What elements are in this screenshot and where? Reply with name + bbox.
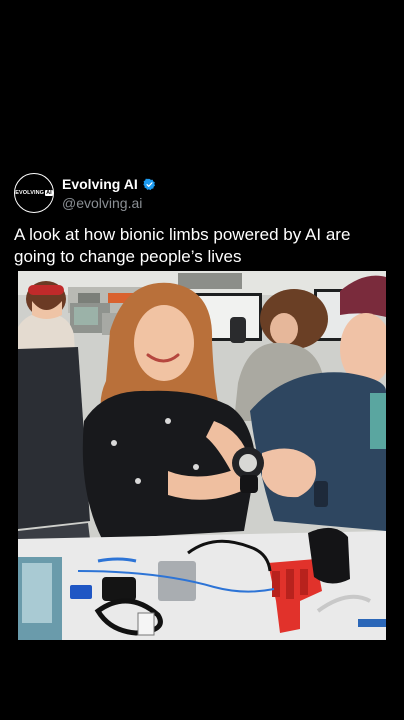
post-photo[interactable]: [18, 271, 386, 640]
account-handle[interactable]: @evolving.ai: [62, 195, 142, 211]
photo-illustration: [18, 271, 386, 640]
account-name-row: Evolving AI: [62, 176, 156, 192]
screen: EVOLVING AI Evolving AI @evolving.ai A lo…: [0, 0, 404, 720]
verified-badge-icon: [143, 178, 156, 191]
account-name[interactable]: Evolving AI: [62, 176, 138, 192]
avatar[interactable]: EVOLVING AI: [14, 173, 54, 213]
post-header: EVOLVING AI Evolving AI @evolving.ai: [14, 173, 394, 217]
avatar-logo: EVOLVING AI: [15, 190, 53, 196]
post-caption: A look at how bionic limbs powered by AI…: [14, 225, 351, 266]
